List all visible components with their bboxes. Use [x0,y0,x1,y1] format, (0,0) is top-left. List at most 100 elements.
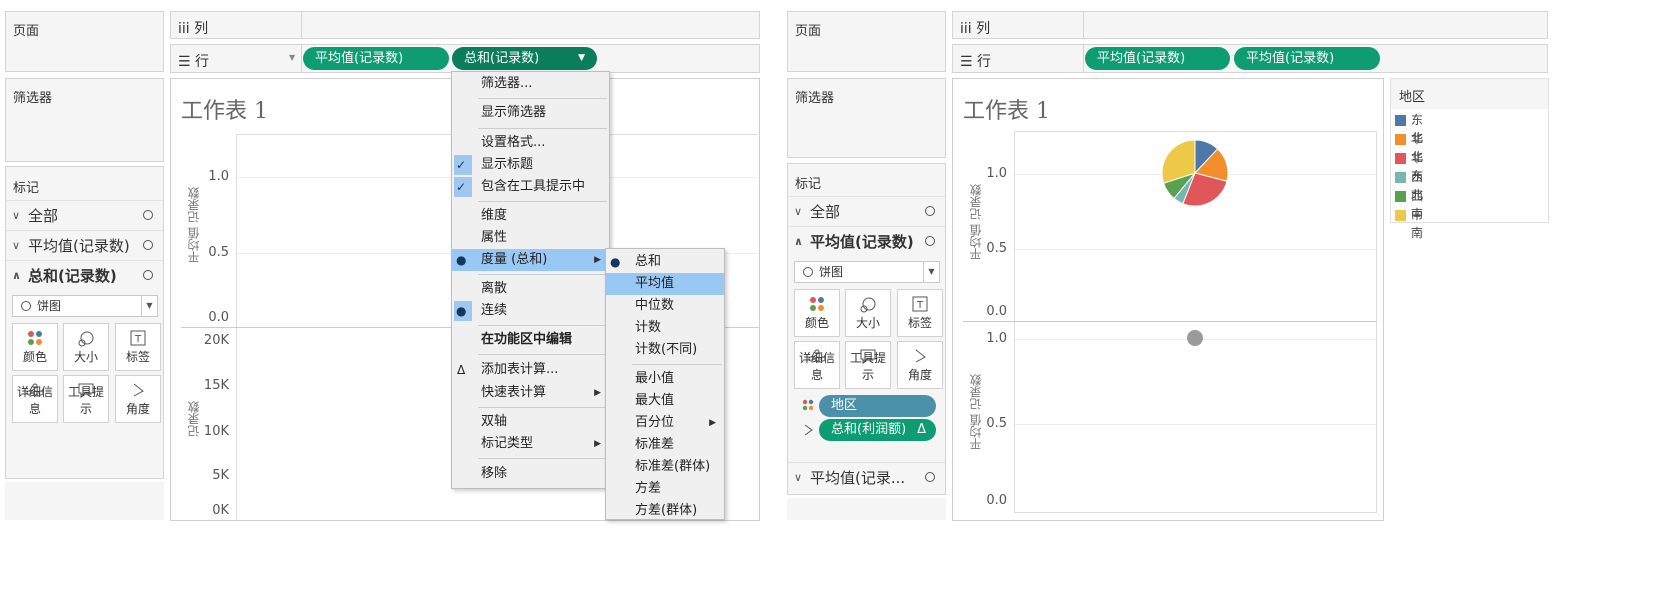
menu-item-continuous[interactable]: ● 连续 [452,300,609,322]
menu-item-format[interactable]: 设置格式... [452,132,609,154]
pill-label: 地区 [831,398,858,413]
submenu-item-percentile[interactable]: 百分位 ▶ [606,412,724,434]
marks-panel: 标记 ∨ 全部 ∨ 平均值(记录数) ∧ 总和(记录数) 饼图 ▼ 颜色 大小 … [5,166,164,479]
marks-row-avg-2[interactable]: ∨ 平均值(记录... [788,462,945,493]
legend-title: 地区 [1399,90,1426,105]
button-label: 大小 [73,350,98,364]
submenu-item-var[interactable]: 方差 [606,478,724,500]
menu-item-quick-table-calc[interactable]: 快速表计算 ▶ [452,382,609,404]
filters-panel[interactable]: 筛选器 [787,78,946,158]
sidebar-filler [787,498,946,520]
chevron-down-icon: ∨ [12,209,21,222]
chevron-up-icon: ∧ [12,269,21,282]
submenu-item-median[interactable]: 中位数 [606,295,724,317]
menu-item-discrete[interactable]: 离散 [452,278,609,300]
marks-row-all[interactable]: ∨ 全部 [788,196,945,227]
pill-label: 总和(记录数) [464,51,540,66]
menu-item-include-tooltip[interactable]: ✓ 包含在工具提示中 [452,176,609,198]
measure-submenu: ● 总和 平均值 中位数 计数 计数(不同) 最小值 最大值 百分位 ▶ 标准差 标… [605,248,725,520]
submenu-item-max[interactable]: 最大值 [606,390,724,412]
button-label: 颜色 [22,350,47,364]
menu-item-edit-in-shelf[interactable]: 在功能区中编辑 [452,329,609,351]
menu-item-attribute[interactable]: 属性 [452,227,609,249]
marks-row-all[interactable]: ∨ 全部 [6,200,163,231]
submenu-item-min[interactable]: 最小值 [606,368,724,390]
field-pill-profit-sum[interactable]: 总和(利润额) Δ [819,419,936,441]
field-pill-region[interactable]: 地区 [819,395,936,417]
menu-item-show-header[interactable]: ✓ 显示标题 [452,154,609,176]
pages-panel[interactable]: 页面 [787,11,946,72]
tooltip-button[interactable]: 工具提示 [845,341,891,389]
avg-point-mark[interactable] [1187,330,1203,346]
shelf-divider [301,12,302,38]
row-pill-avg-records-2[interactable]: 平均值(记录数) [1234,47,1380,70]
submenu-item-varp[interactable]: 方差(群体) [606,500,724,522]
menu-item-filter[interactable]: 筛选器... [452,73,609,95]
color-dots-icon [795,296,839,314]
legend-swatch [1395,153,1406,164]
legend-header: 地区 [1391,79,1548,109]
size-button[interactable]: 大小 [63,323,109,371]
menu-item-add-table-calc[interactable]: Δ 添加表计算... [452,359,609,381]
submenu-item-count-distinct[interactable]: 计数(不同) [606,339,724,361]
submenu-item-average[interactable]: 平均值 [606,273,724,295]
pill-dropdown-icon[interactable]: ▼ [578,47,585,70]
size-icon [64,330,108,348]
columns-shelf[interactable]: iii 列 [170,11,760,39]
submenu-item-count[interactable]: 计数 [606,317,724,339]
row-pill-avg-records[interactable]: 平均值(记录数) [1085,47,1230,70]
submenu-item-stdev[interactable]: 标准差 [606,434,724,456]
marks-row-label: 总和(记录数) [28,267,117,285]
chevron-down-icon: ▼ [141,296,157,316]
button-label: 角度 [907,368,932,382]
label-button[interactable]: T 标签 [897,289,943,337]
mark-type-select[interactable]: 饼图 ▼ [12,295,158,317]
button-label: 详细信息 [16,385,53,416]
marks-row-avg[interactable]: ∧ 平均值(记录数) [788,226,945,257]
menu-item-show-filter[interactable]: 显示筛选器 [452,102,609,124]
color-button[interactable]: 颜色 [12,323,58,371]
detail-button[interactable]: 详细信息 [12,375,58,423]
pages-panel[interactable]: 页面 [5,11,164,72]
mark-type-select[interactable]: 饼图 ▼ [794,261,940,283]
pill-label: 总和(利润额) [831,422,907,437]
marks-row-label: 平均值(记录... [810,469,906,487]
pie-type-icon [143,210,153,220]
menu-item-dimension[interactable]: 维度 [452,205,609,227]
pie-chart[interactable] [1161,139,1229,207]
size-button[interactable]: 大小 [845,289,891,337]
chevron-down-icon: ∨ [794,471,803,484]
angle-icon [802,424,814,440]
submenu-item-stdevp[interactable]: 标准差(群体) [606,456,724,478]
filters-label: 筛选器 [795,91,835,106]
columns-label: iii 列 [178,21,209,37]
label-button[interactable]: T 标签 [115,323,161,371]
size-icon [846,296,890,314]
menu-item-dual-axis[interactable]: 双轴 [452,411,609,433]
marks-row-sum[interactable]: ∧ 总和(记录数) [6,260,163,291]
pie-type-icon [925,206,935,216]
menu-item-measure[interactable]: ● 度量 (总和) ▶ [452,249,609,271]
pie-chart-svg [1161,139,1229,346]
menu-item-mark-type[interactable]: 标记类型 ▶ [452,433,609,455]
legend-swatch [1395,115,1406,126]
tick-label: 15K [203,378,229,393]
row-pill-avg-records[interactable]: 平均值(记录数) [303,47,449,70]
color-button[interactable]: 颜色 [794,289,840,337]
tooltip-button[interactable]: 工具提示 [63,375,109,423]
row-pill-sum-records[interactable]: 总和(记录数) ▼ [452,47,597,70]
text-label-icon: T [898,296,942,314]
columns-shelf[interactable]: iii 列 [952,11,1548,39]
rows-dropdown-icon[interactable]: ▼ [289,53,295,62]
angle-button[interactable]: 角度 [115,375,161,423]
angle-button[interactable]: 角度 [897,341,943,389]
filters-label: 筛选器 [13,91,53,106]
submenu-item-sum[interactable]: ● 总和 [606,251,724,273]
marks-row-avg[interactable]: ∨ 平均值(记录数) [6,230,163,261]
tick-label: 0.0 [208,310,229,325]
pie-icon [803,267,813,277]
filters-panel[interactable]: 筛选器 [5,78,164,162]
check-icon: ✓ [456,180,467,194]
menu-item-remove[interactable]: 移除 [452,463,609,485]
detail-button[interactable]: 详细信息 [794,341,840,389]
